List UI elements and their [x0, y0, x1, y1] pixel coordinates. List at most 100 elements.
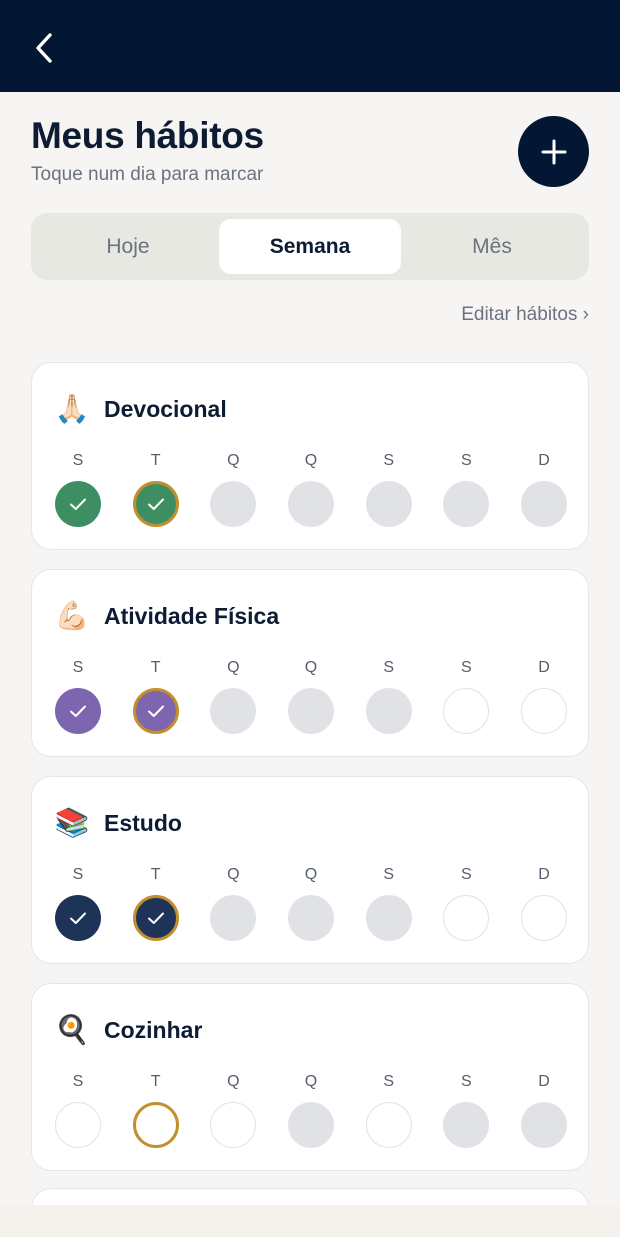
day-cell: T — [132, 865, 180, 945]
day-toggle-pending[interactable] — [210, 895, 257, 941]
day-letter: T — [150, 1073, 161, 1090]
day-cell: S — [442, 865, 490, 945]
day-toggle-pending[interactable] — [288, 895, 334, 941]
day-toggle-done[interactable] — [132, 688, 179, 734]
habit-name: Atividade Física — [104, 602, 280, 629]
day-cell: S — [365, 658, 413, 738]
day-cell: Q — [209, 451, 257, 531]
day-letter: T — [150, 866, 161, 883]
day-toggle-pending[interactable] — [443, 1102, 490, 1148]
day-cell: D — [520, 865, 568, 945]
day-cell: S — [54, 658, 102, 738]
day-toggle-pending[interactable] — [521, 1102, 567, 1148]
add-habit-button[interactable] — [518, 116, 589, 187]
day-cell: S — [442, 658, 490, 738]
edit-habits-link[interactable]: Editar hábitos › — [461, 304, 589, 326]
habit-card: 🍳 Cozinhar S T Q Q S S D — [31, 983, 589, 1171]
day-toggle-done[interactable] — [55, 895, 101, 941]
day-letter: D — [538, 659, 550, 676]
day-letter: Q — [227, 1073, 240, 1090]
day-toggle-pending[interactable] — [288, 1102, 334, 1148]
day-cell: S — [54, 451, 102, 531]
day-letter: S — [460, 659, 472, 676]
day-cell: S — [365, 865, 413, 945]
week-days: STQQSSD — [54, 658, 568, 738]
check-icon — [147, 705, 164, 717]
day-cell: S — [365, 1072, 413, 1152]
day-toggle-empty[interactable] — [521, 895, 567, 941]
day-cell: Q — [287, 865, 335, 945]
day-letter: Q — [304, 452, 318, 469]
page-title: Meus hábitos — [31, 115, 264, 156]
week-days: STQQSSD — [54, 1072, 568, 1152]
day-toggle-done[interactable] — [55, 688, 101, 734]
day-toggle-done[interactable] — [55, 481, 101, 527]
habit-card: 💪🏻 Atividade Física S T Q Q S S D — [31, 569, 589, 757]
day-toggle-pending[interactable] — [365, 688, 412, 734]
day-toggle-pending[interactable] — [210, 688, 257, 734]
habit-card: 📚 Estudo S T Q Q S S D — [31, 776, 589, 964]
check-icon — [70, 912, 86, 924]
day-letter: S — [460, 866, 472, 883]
page-header: Meus hábitos Toque num dia para marcar — [31, 115, 591, 195]
habit-card: 🙏🏻 Devocional S T Q Q S S D — [31, 362, 589, 550]
day-cell: T — [132, 658, 180, 738]
day-cell: D — [520, 451, 568, 531]
day-toggle-empty[interactable] — [365, 1102, 412, 1148]
praying-hands-icon: 🙏🏻 — [54, 393, 90, 424]
day-toggle-empty[interactable] — [443, 688, 490, 734]
back-button[interactable] — [26, 28, 62, 68]
chevron-left-icon — [36, 33, 52, 63]
habit-header: 📚 Estudo — [54, 805, 182, 841]
day-cell: S — [54, 1072, 102, 1152]
day-toggle-empty[interactable] — [521, 688, 567, 734]
day-letter: T — [150, 452, 161, 469]
day-cell: S — [442, 451, 490, 531]
day-letter: S — [72, 659, 84, 676]
day-cell: T — [132, 1072, 180, 1152]
day-cell: Q — [209, 1072, 257, 1152]
check-icon — [147, 498, 164, 510]
day-toggle-empty[interactable] — [210, 1102, 257, 1148]
flexed-biceps-icon: 💪🏻 — [54, 600, 90, 631]
tab-mes[interactable]: Mês — [401, 219, 583, 274]
day-toggle-pending[interactable] — [365, 481, 412, 527]
habit-header: 🙏🏻 Devocional — [54, 391, 227, 427]
day-letter: Q — [227, 452, 240, 469]
day-letter: S — [383, 452, 395, 469]
day-toggle-pending[interactable] — [288, 481, 334, 527]
books-icon: 📚 — [54, 807, 90, 838]
day-cell: Q — [209, 865, 257, 945]
day-letter: S — [460, 1073, 472, 1090]
day-toggle-pending[interactable] — [521, 481, 567, 527]
day-toggle-empty[interactable] — [55, 1102, 101, 1148]
day-toggle-pending[interactable] — [365, 895, 412, 941]
frying-pan-icon: 🍳 — [54, 1014, 90, 1045]
day-toggle-empty[interactable] — [132, 1102, 179, 1148]
habit-name: Cozinhar — [104, 1016, 203, 1043]
day-toggle-pending[interactable] — [210, 481, 257, 527]
day-toggle-pending[interactable] — [443, 481, 490, 527]
day-letter: T — [150, 659, 161, 676]
day-toggle-done[interactable] — [132, 895, 179, 941]
day-letter: Q — [304, 659, 318, 676]
tab-semana[interactable]: Semana — [219, 219, 401, 274]
day-cell: D — [520, 1072, 568, 1152]
day-letter: Q — [227, 659, 240, 676]
day-letter: Q — [304, 1073, 318, 1090]
day-letter: S — [72, 1073, 84, 1090]
day-cell: Q — [287, 1072, 335, 1152]
check-icon — [147, 912, 164, 924]
day-toggle-empty[interactable] — [443, 895, 490, 941]
day-toggle-done[interactable] — [132, 481, 179, 527]
period-tabs: Hoje Semana Mês — [31, 213, 589, 280]
day-cell: S — [365, 451, 413, 531]
check-icon — [70, 498, 86, 510]
day-letter: Q — [304, 866, 318, 883]
day-cell: Q — [287, 658, 335, 738]
day-cell: S — [54, 865, 102, 945]
day-toggle-pending[interactable] — [288, 688, 334, 734]
tab-hoje[interactable]: Hoje — [37, 219, 219, 274]
day-cell: D — [520, 658, 568, 738]
day-letter: S — [72, 452, 84, 469]
